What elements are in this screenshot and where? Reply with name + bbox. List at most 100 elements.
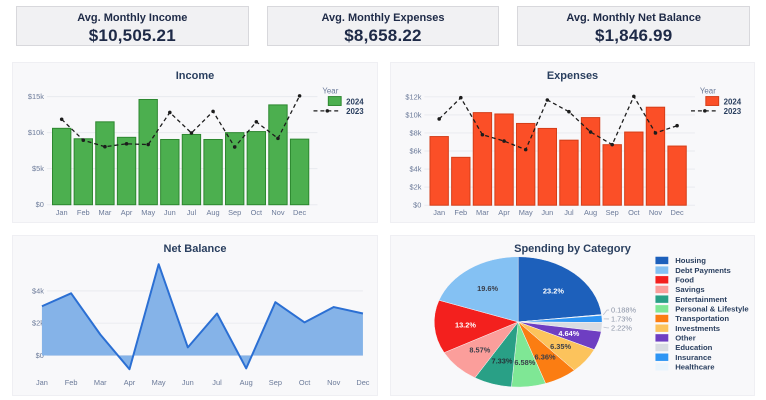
legend-item-Healthcare[interactable]: Healthcare: [655, 363, 715, 372]
legend-label: 2024: [346, 97, 364, 106]
legend-item-2024[interactable]: 2024: [705, 96, 742, 107]
legend-item-Other[interactable]: Other: [655, 334, 696, 343]
legend-item-Insurance[interactable]: Insurance: [655, 353, 712, 362]
y-tick-label: $0: [36, 200, 44, 209]
bar-Jul: [181, 133, 202, 206]
legend-item-Housing[interactable]: Housing: [655, 256, 706, 265]
pie-label: 6.36%: [535, 353, 556, 362]
legend-label: Personal & Lifestyle: [675, 305, 749, 314]
legend-label: Investments: [675, 324, 720, 333]
y-tick-label: $10k: [405, 110, 421, 119]
legend-item-Savings[interactable]: Savings: [655, 285, 705, 294]
legend-swatch: [655, 314, 669, 323]
legend-swatch: [705, 96, 720, 106]
legend-label: 2024: [724, 97, 742, 106]
legend-label: Debt Payments: [675, 266, 731, 275]
bar-Oct: [624, 131, 644, 206]
legend-item-Education[interactable]: Education: [655, 343, 713, 352]
legend-label: Healthcare: [675, 363, 715, 372]
y-tick-label: $0: [413, 201, 421, 210]
y-tick-label: $4k: [409, 165, 421, 174]
x-tick-label: Dec: [671, 208, 684, 217]
kpi-label-income: Avg. Monthly Income: [77, 12, 188, 24]
legend-swatch: [655, 363, 669, 371]
line-marker: [610, 142, 614, 147]
x-tick-label: Nov: [649, 208, 662, 217]
x-tick-label: Feb: [65, 378, 78, 387]
legend-item-Transportation[interactable]: Transportation: [655, 314, 729, 323]
legend-label: Savings: [675, 285, 704, 294]
kpi-label-expenses: Avg. Monthly Expenses: [321, 12, 445, 24]
pie-legend: HousingDebt PaymentsFoodSavingsEntertain…: [655, 256, 749, 372]
line-marker: [59, 117, 64, 122]
legend-item-Food[interactable]: Food: [655, 276, 694, 285]
x-tick-label: Oct: [628, 208, 640, 217]
legend-item-2023[interactable]: 2023: [691, 107, 742, 116]
legend-item-Debt Payments[interactable]: Debt Payments: [655, 266, 731, 275]
x-tick-label: Aug: [206, 208, 219, 217]
x-tick-label: Mar: [99, 208, 112, 217]
x-tick-label: Jun: [182, 378, 194, 387]
x-tick-label: Jun: [541, 208, 553, 217]
pie-label: 7.33%: [492, 356, 513, 365]
legend-label: Education: [675, 343, 712, 352]
x-tick-label: Dec: [356, 378, 369, 387]
x-tick-label: Sep: [606, 208, 619, 217]
x-axis-labels: Jan Feb Mar Apr May Jun Jul Aug Sep Oct Nov Dec: [36, 378, 370, 387]
legend-label: Transportation: [675, 314, 729, 323]
bar-Mar: [472, 112, 493, 206]
kpi-value-expenses: $8,658.22: [344, 26, 422, 45]
income-chart-canvas: $0 $5k $10k $15k Jan Feb Mar Apr May Jun Jul Aug Sep…: [28, 87, 365, 217]
net-balance-chart-panel: Net Balance $0 $2k $4k Jan Feb Mar Apr May Jun Ju…: [12, 235, 378, 396]
line-marker: [675, 123, 679, 128]
line-marker: [567, 109, 571, 114]
bar-Sep: [225, 132, 245, 206]
legend-item-Personal & Lifestyle[interactable]: Personal & Lifestyle: [655, 305, 749, 314]
line-marker: [437, 117, 441, 121]
x-tick-label: Aug: [584, 208, 597, 217]
spending-pie-panel: Spending by Category 23.2% 4.64% 6.35% 6.36…: [390, 235, 755, 396]
chart-grid: Income $0 $5k $10k $15k Jan Feb Mar Apr May Jun Ju…: [0, 46, 766, 396]
bar-Jun: [537, 127, 557, 206]
pie: 23.2% 4.64% 6.35% 6.36%6.58%7.33%8.57% 13.2%…: [433, 256, 637, 388]
y-tick-label: $6k: [409, 146, 421, 155]
kpi-card-net-balance: Avg. Monthly Net Balance $1,846.99: [517, 6, 750, 46]
bar-Apr: [116, 136, 137, 206]
bar-series-2024: [51, 98, 310, 206]
legend: Year 20242023: [691, 87, 742, 116]
x-tick-label: Jan: [56, 208, 68, 217]
legend-marker: [703, 109, 707, 113]
x-tick-label: Apr: [121, 208, 133, 217]
spending-pie-canvas: 23.2% 4.64% 6.35% 6.36%6.58%7.33%8.57% 13.2%…: [433, 256, 749, 388]
kpi-value-net-balance: $1,846.99: [594, 26, 673, 45]
pie-label: 13.2%: [455, 321, 476, 330]
expenses-chart-panel: Expenses $0 $2k $4k $6k $8k $10k $12k Jan Feb Mar…: [390, 62, 755, 223]
kpi-row: Avg. Monthly Income $10,505.21 Avg. Mont…: [0, 0, 766, 46]
legend-swatch: [655, 266, 669, 274]
legend-label: Food: [675, 276, 694, 285]
x-tick-label: May: [141, 208, 155, 217]
legend-swatch: [655, 343, 669, 352]
legend-item-Entertainment[interactable]: Entertainment: [655, 295, 727, 304]
legend-item-Investments[interactable]: Investments: [655, 324, 720, 333]
y-tick-label: $2k: [409, 183, 421, 192]
bar-Feb: [73, 138, 93, 206]
line-marker: [588, 130, 593, 134]
x-tick-label: Sep: [269, 378, 282, 387]
legend-item-2024[interactable]: 2024: [327, 96, 364, 107]
legend-swatch: [655, 295, 669, 303]
line-marker: [168, 110, 172, 115]
x-tick-label: Jul: [187, 208, 197, 217]
x-tick-label: Nov: [327, 378, 340, 387]
x-tick-label: Sep: [228, 208, 241, 217]
legend-title: Year: [322, 87, 338, 96]
legend-label: Housing: [675, 256, 706, 265]
legend-item-2023[interactable]: 2023: [313, 107, 365, 116]
y-tick-label: $15k: [28, 92, 44, 101]
x-tick-label: Dec: [293, 208, 306, 217]
line-marker: [146, 142, 150, 147]
legend-marker: [325, 109, 330, 113]
x-axis-labels: Jan Feb Mar Apr May Jun Jul Aug Sep Oct Nov Dec: [56, 208, 307, 217]
bar-series-2024: [429, 106, 687, 206]
line-marker: [103, 144, 107, 149]
